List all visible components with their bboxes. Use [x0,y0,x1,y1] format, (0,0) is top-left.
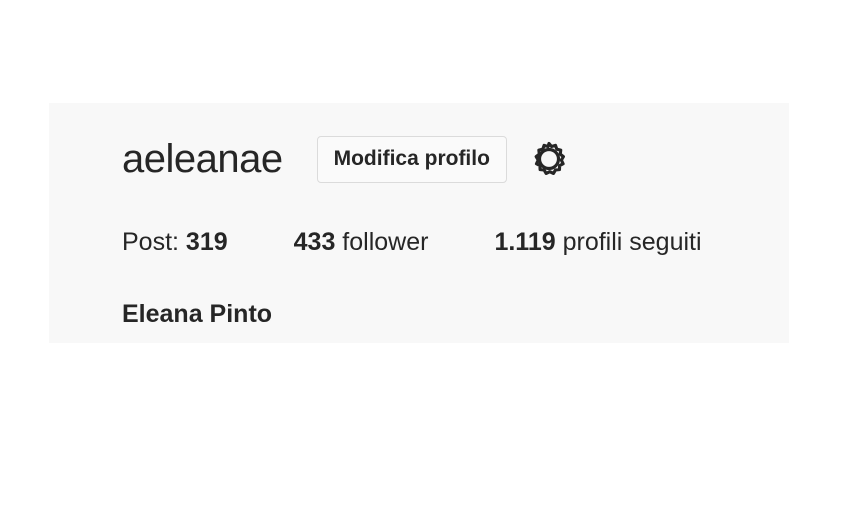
gear-icon [534,141,565,175]
followers-label: follower [335,228,429,256]
profile-stats: Post: 319 433 follower 1.119 profili seg… [122,228,702,257]
stat-following[interactable]: 1.119 profili seguiti [494,228,701,257]
following-label: profili seguiti [555,228,702,256]
settings-button[interactable] [529,139,569,179]
profile-header: aeleanae Modifica profilo Post: 319 433 … [49,103,789,343]
followers-count: 433 [293,228,336,256]
edit-profile-button[interactable]: Modifica profilo [316,135,507,183]
posts-count: 319 [185,228,228,256]
stat-posts: Post: 319 [122,228,228,257]
profile-title-row: aeleanae Modifica profilo [122,133,569,185]
following-count: 1.119 [494,228,556,256]
posts-label: Post: [122,228,186,256]
username: aeleanae [122,137,283,181]
stat-followers[interactable]: 433 follower [294,228,429,257]
full-name: Eleana Pinto [122,300,273,328]
